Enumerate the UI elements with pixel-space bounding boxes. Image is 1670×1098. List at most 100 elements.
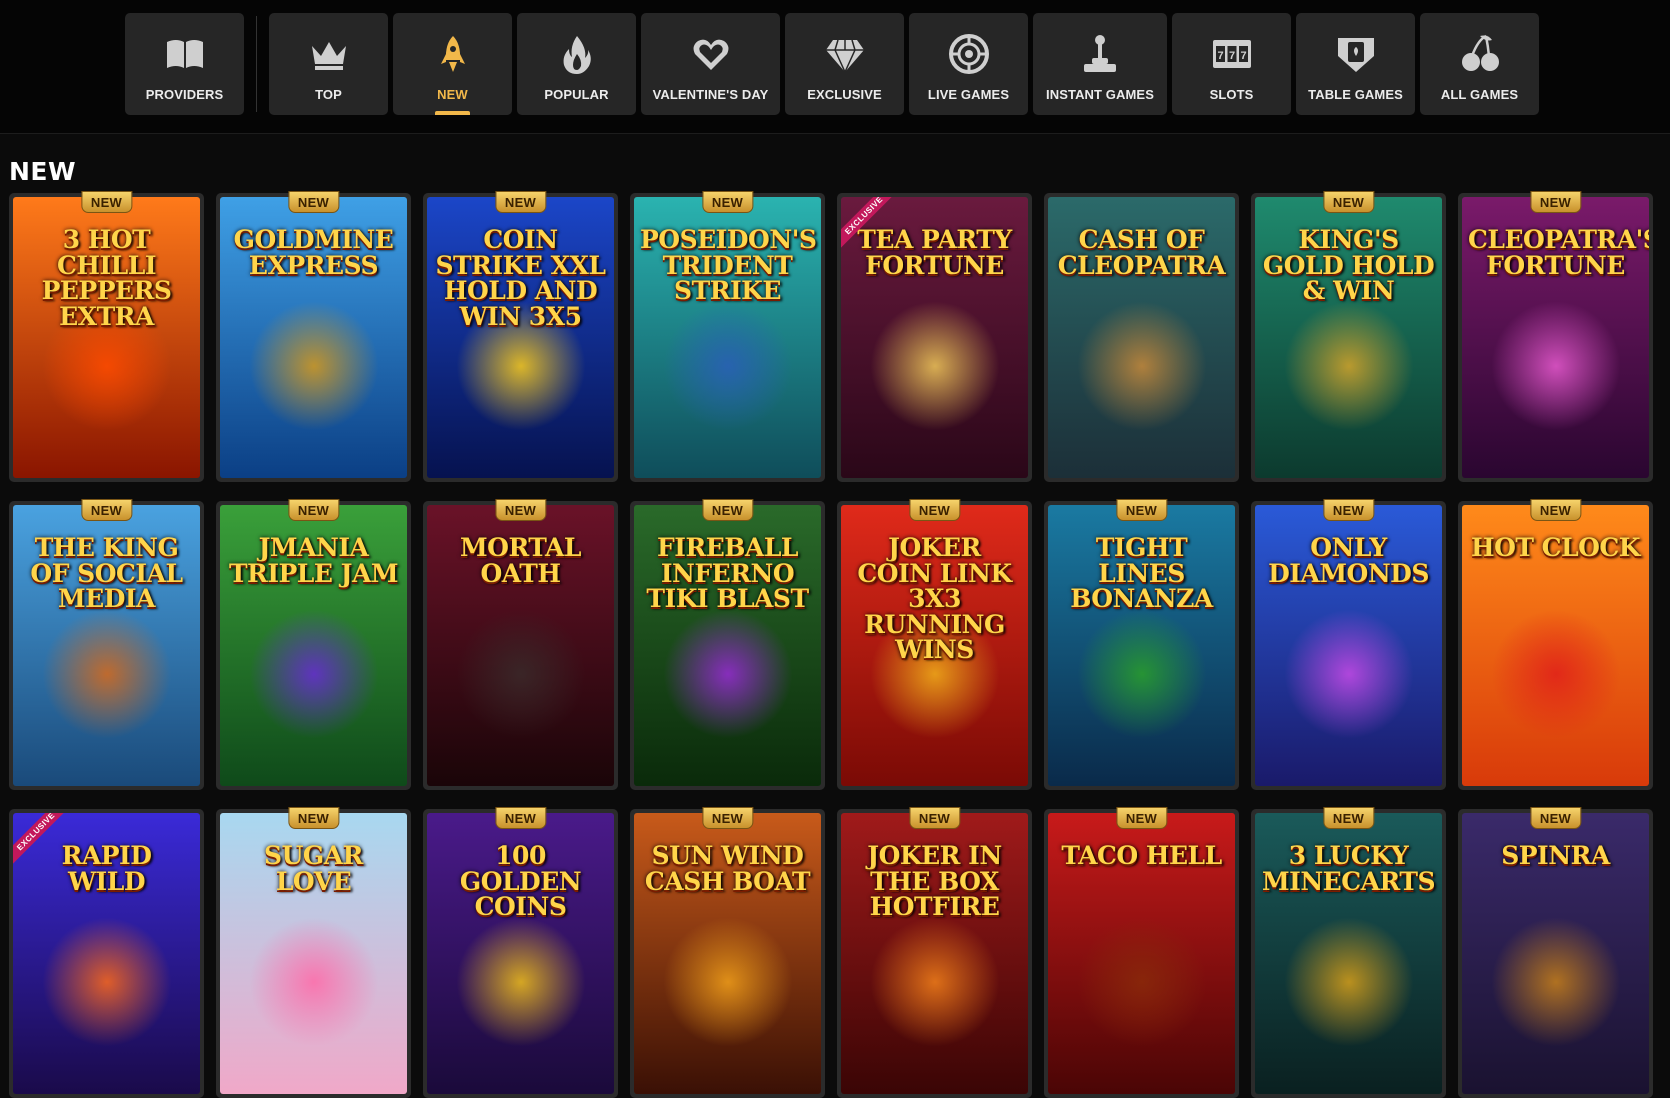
game-title: 3 HOT CHILLI PEPPERS EXTRA bbox=[41, 225, 172, 331]
svg-text:7: 7 bbox=[1217, 50, 1223, 62]
new-badge: NEW bbox=[1322, 499, 1375, 521]
game-tile[interactable]: TACO HELL NEW bbox=[1044, 807, 1239, 1098]
game-tile[interactable]: CASH OF CLEOPATRA bbox=[1044, 193, 1239, 482]
new-badge: NEW bbox=[1529, 191, 1582, 213]
new-badge: NEW bbox=[1115, 807, 1168, 829]
nav-providers[interactable]: PROVIDERS bbox=[125, 13, 244, 115]
nav-exclusive[interactable]: EXCLUSIVE bbox=[785, 13, 904, 115]
game-tile[interactable]: SUGAR LOVE NEW bbox=[216, 807, 411, 1098]
game-title: SUN WIND CASH BOAT bbox=[644, 841, 811, 896]
nav-instant-games[interactable]: INSTANT GAMES bbox=[1033, 13, 1167, 115]
game-thumbnail: SUN WIND CASH BOAT bbox=[634, 813, 821, 1094]
game-thumbnail: THE KING OF SOCIAL MEDIA bbox=[13, 505, 200, 786]
game-thumbnail: CASH OF CLEOPATRA bbox=[1048, 197, 1235, 478]
new-badge: NEW bbox=[908, 807, 961, 829]
new-badge: NEW bbox=[287, 807, 340, 829]
nav-popular[interactable]: POPULAR bbox=[517, 13, 636, 115]
game-tile[interactable]: SUN WIND CASH BOAT NEW bbox=[630, 807, 825, 1098]
game-title: HOT CLOCK bbox=[1470, 533, 1641, 562]
card-table-icon bbox=[1332, 30, 1380, 78]
game-title: TACO HELL bbox=[1061, 841, 1222, 870]
game-tile[interactable]: COIN STRIKE XXL HOLD AND WIN 3X5 NEW bbox=[423, 191, 618, 482]
nav-table-games[interactable]: TABLE GAMES bbox=[1296, 13, 1415, 115]
game-artwork bbox=[248, 916, 379, 1047]
game-tile[interactable]: KING'S GOLD HOLD & WIN NEW bbox=[1251, 191, 1446, 482]
nav-top[interactable]: TOP bbox=[269, 13, 388, 115]
game-tile[interactable]: 3 LUCKY MINECARTS NEW bbox=[1251, 807, 1446, 1098]
game-artwork bbox=[1490, 300, 1621, 431]
game-title: JMANIA TRIPLE JAM bbox=[228, 533, 399, 588]
game-thumbnail: SPINRA bbox=[1462, 813, 1649, 1094]
game-thumbnail: 3 LUCKY MINECARTS bbox=[1255, 813, 1442, 1094]
game-thumbnail: KING'S GOLD HOLD & WIN bbox=[1255, 197, 1442, 478]
new-badge: NEW bbox=[287, 191, 340, 213]
game-artwork bbox=[662, 300, 793, 431]
game-tile[interactable]: THE KING OF SOCIAL MEDIA NEW bbox=[9, 499, 204, 790]
game-artwork bbox=[1076, 300, 1207, 431]
game-thumbnail: RAPID WILD EXCLUSIVE bbox=[13, 813, 200, 1094]
game-title: RAPID WILD bbox=[61, 841, 152, 896]
game-tile[interactable]: CLEOPATRA'S FORTUNE NEW bbox=[1458, 191, 1653, 482]
new-badge: NEW bbox=[701, 191, 754, 213]
nav-valentines-day[interactable]: VALENTINE'S DAY bbox=[641, 13, 780, 115]
nav-label: LIVE GAMES bbox=[927, 87, 1010, 102]
game-title: ONLY DIAMONDS bbox=[1268, 533, 1429, 588]
game-tile[interactable]: RAPID WILD EXCLUSIVE bbox=[9, 809, 204, 1098]
joystick-icon bbox=[1076, 30, 1124, 78]
game-tile[interactable]: SPINRA NEW bbox=[1458, 807, 1653, 1098]
new-badge: NEW bbox=[908, 499, 961, 521]
game-artwork bbox=[41, 916, 172, 1047]
new-badge: NEW bbox=[1115, 499, 1168, 521]
new-badge: NEW bbox=[494, 499, 547, 521]
game-artwork bbox=[41, 608, 172, 739]
game-thumbnail: TACO HELL bbox=[1048, 813, 1235, 1094]
game-tile[interactable]: 3 HOT CHILLI PEPPERS EXTRA NEW bbox=[9, 191, 204, 482]
nav-all-games[interactable]: ALL GAMES bbox=[1420, 13, 1539, 115]
game-grid: 3 HOT CHILLI PEPPERS EXTRA NEW GOLDMINE EX… bbox=[9, 191, 1653, 1098]
game-artwork bbox=[248, 608, 379, 739]
game-title: GOLDMINE EXPRESS bbox=[233, 225, 394, 280]
nav-new[interactable]: NEW bbox=[393, 13, 512, 115]
game-thumbnail: FIREBALL INFERNO TIKI BLAST bbox=[634, 505, 821, 786]
game-tile[interactable]: HOT CLOCK NEW bbox=[1458, 499, 1653, 790]
nav-slots[interactable]: 777 SLOTS bbox=[1172, 13, 1291, 115]
game-tile[interactable]: POSEIDON'S TRIDENT STRIKE NEW bbox=[630, 191, 825, 482]
game-title: THE KING OF SOCIAL MEDIA bbox=[30, 533, 183, 613]
nav-label: ALL GAMES bbox=[1440, 87, 1519, 102]
game-title: TEA PARTY FORTUNE bbox=[857, 225, 1012, 280]
game-tile[interactable]: JOKER IN THE BOX HOTFIRE NEW bbox=[837, 807, 1032, 1098]
category-nav-bar: PROVIDERS TOP NEW POPULAR VALENTINE'S DA… bbox=[0, 0, 1670, 134]
game-tile[interactable]: GOLDMINE EXPRESS NEW bbox=[216, 191, 411, 482]
game-title: COIN STRIKE XXL HOLD AND WIN 3X5 bbox=[435, 225, 607, 331]
category-nav: PROVIDERS TOP NEW POPULAR VALENTINE'S DA… bbox=[125, 13, 1539, 115]
nav-label: NEW bbox=[437, 87, 468, 102]
cherries-icon bbox=[1456, 30, 1504, 78]
game-artwork bbox=[455, 916, 586, 1047]
nav-label: VALENTINE'S DAY bbox=[652, 87, 769, 102]
game-tile[interactable]: ONLY DIAMONDS NEW bbox=[1251, 499, 1446, 790]
game-title: KING'S GOLD HOLD & WIN bbox=[1262, 225, 1435, 305]
game-tile[interactable]: MORTAL OATH NEW bbox=[423, 499, 618, 790]
game-thumbnail: 3 HOT CHILLI PEPPERS EXTRA bbox=[13, 197, 200, 478]
game-title: 100 GOLDEN COINS bbox=[459, 841, 582, 921]
game-thumbnail: JOKER IN THE BOX HOTFIRE bbox=[841, 813, 1028, 1094]
new-badge: NEW bbox=[287, 499, 340, 521]
nav-label: TABLE GAMES bbox=[1308, 87, 1403, 102]
game-tile[interactable]: 100 GOLDEN COINS NEW bbox=[423, 807, 618, 1098]
slot-machine-icon: 777 bbox=[1208, 30, 1256, 78]
game-artwork bbox=[1076, 916, 1207, 1047]
game-thumbnail: MORTAL OATH bbox=[427, 505, 614, 786]
new-badge: NEW bbox=[701, 499, 754, 521]
nav-live-games[interactable]: LIVE GAMES bbox=[909, 13, 1028, 115]
game-title: JOKER COIN LINK 3X3 RUNNING WINS bbox=[857, 533, 1012, 664]
game-thumbnail: JOKER COIN LINK 3X3 RUNNING WINS bbox=[841, 505, 1028, 786]
svg-text:7: 7 bbox=[1228, 50, 1234, 62]
game-tile[interactable]: FIREBALL INFERNO TIKI BLAST NEW bbox=[630, 499, 825, 790]
svg-text:7: 7 bbox=[1240, 50, 1246, 62]
game-tile[interactable]: JMANIA TRIPLE JAM NEW bbox=[216, 499, 411, 790]
game-thumbnail: TEA PARTY FORTUNE EXCLUSIVE bbox=[841, 197, 1028, 478]
game-tile[interactable]: TIGHT LINES BONANZA NEW bbox=[1044, 499, 1239, 790]
game-tile[interactable]: TEA PARTY FORTUNE EXCLUSIVE bbox=[837, 193, 1032, 482]
game-tile[interactable]: JOKER COIN LINK 3X3 RUNNING WINS NEW bbox=[837, 499, 1032, 790]
roulette-icon bbox=[945, 30, 993, 78]
